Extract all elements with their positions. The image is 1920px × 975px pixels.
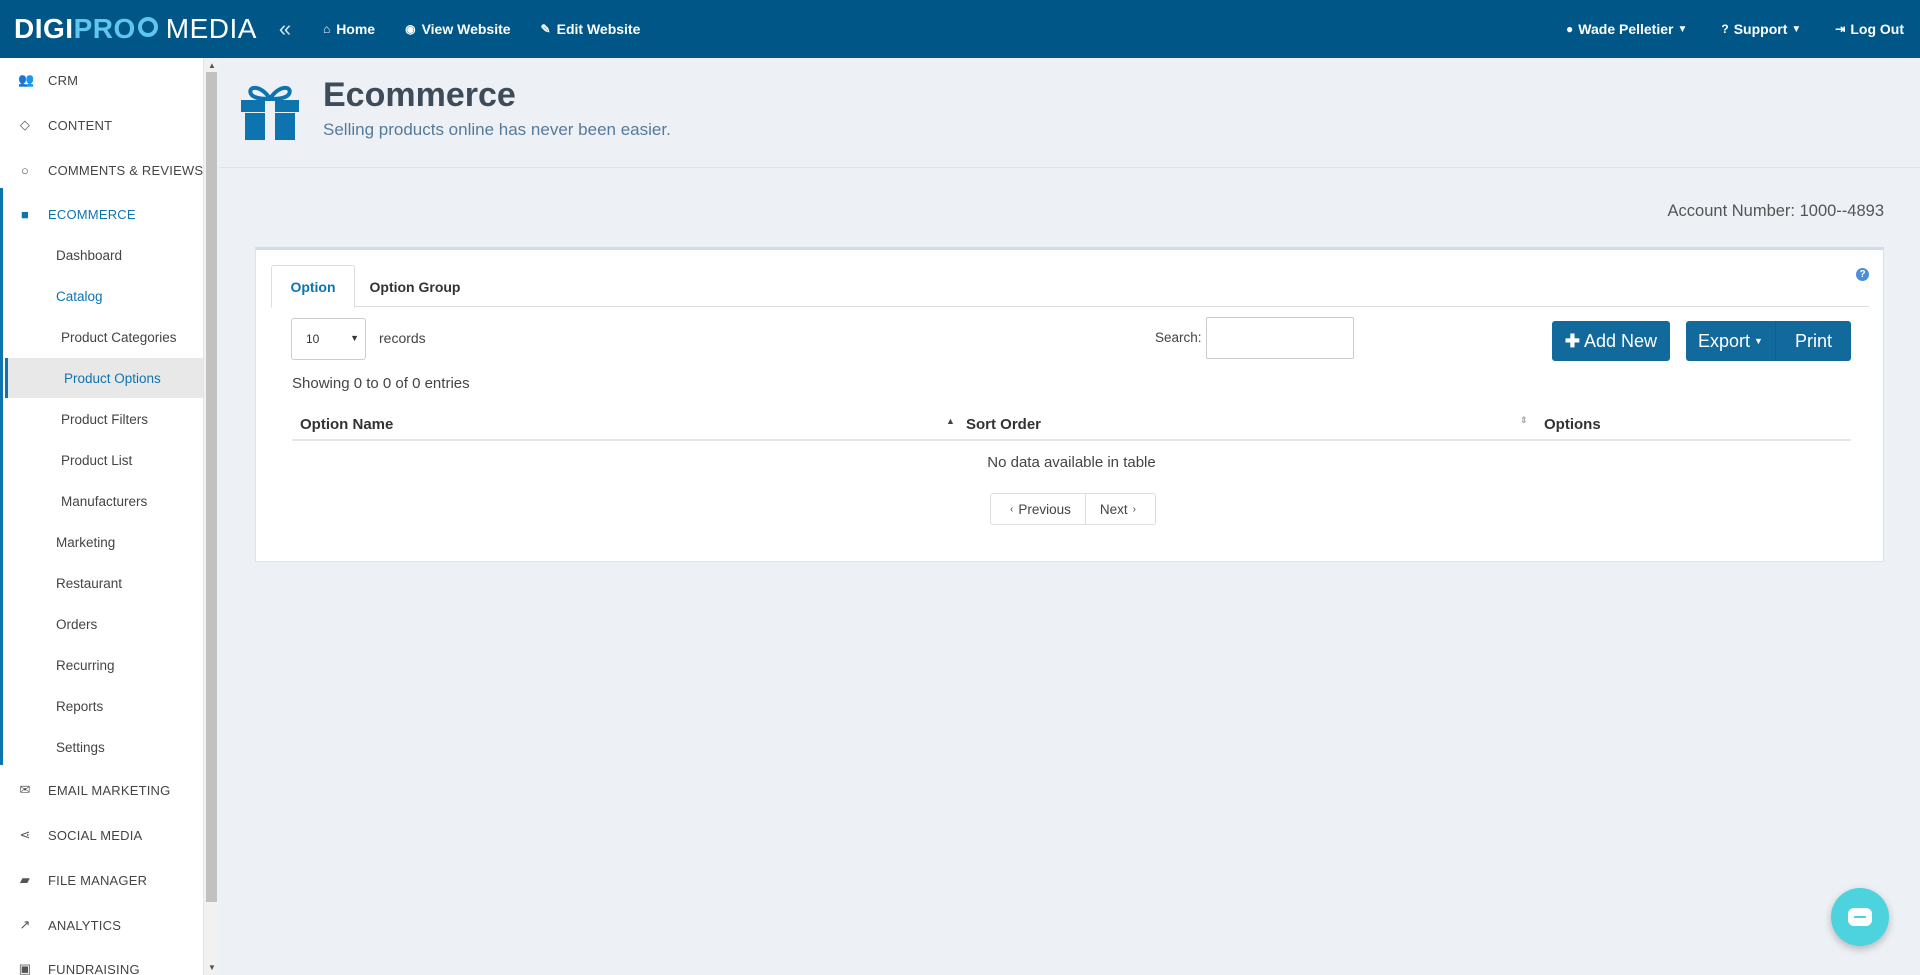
logout-link[interactable]: ⇥ Log Out xyxy=(1835,21,1904,37)
sidebar-item-email-marketing[interactable]: ✉ EMAIL MARKETING xyxy=(0,768,203,812)
scrollbar-thumb[interactable] xyxy=(206,72,217,902)
money-icon: ▣ xyxy=(18,961,32,975)
sidebar-item-settings[interactable]: Settings xyxy=(56,732,105,762)
support-menu[interactable]: ? Support ▼ xyxy=(1721,21,1801,37)
empty-table-message: No data available in table xyxy=(987,453,1156,471)
table-header: Option Name ▲ Sort Order ⇕ Options xyxy=(292,408,1851,441)
column-sort-order[interactable]: Sort Order ⇕ xyxy=(966,408,1536,440)
sidebar-item-catalog[interactable]: Catalog xyxy=(56,281,103,311)
scroll-down-icon[interactable]: ▼ xyxy=(208,963,216,972)
scroll-up-icon[interactable]: ▲ xyxy=(208,61,216,70)
previous-page-button[interactable]: ‹ Previous xyxy=(991,494,1085,524)
sort-asc-icon: ▲ xyxy=(946,416,955,426)
folder-open-icon: ▰ xyxy=(19,872,31,887)
sidebar-item-recurring[interactable]: Recurring xyxy=(56,650,115,680)
sidebar-item-file-manager[interactable]: ▰ FILE MANAGER xyxy=(0,858,203,902)
plus-icon: ✚ xyxy=(1564,330,1581,351)
chevron-left-icon: ‹ xyxy=(1010,503,1014,515)
chat-icon xyxy=(1848,908,1872,926)
edit-website-link[interactable]: ✎ Edit Website xyxy=(541,21,641,37)
gear-icon xyxy=(137,17,158,37)
table-info: Showing 0 to 0 of 0 entries xyxy=(292,375,470,392)
sort-both-icon: ⇕ xyxy=(1520,415,1528,425)
page-title: Ecommerce xyxy=(323,76,516,114)
tab-option-group[interactable]: Option Group xyxy=(355,265,475,308)
chat-widget-button[interactable] xyxy=(1831,888,1889,946)
sidebar-item-orders[interactable]: Orders xyxy=(56,609,97,639)
sidebar-item-product-list[interactable]: Product List xyxy=(61,445,132,475)
sidebar-item-ecommerce[interactable]: ■ ECOMMERCE xyxy=(0,192,203,236)
sidebar-scrollbar[interactable]: ▲ ▼ xyxy=(204,58,219,975)
gift-icon: ■ xyxy=(20,206,30,222)
eye-icon: ◉ xyxy=(405,22,416,36)
sidebar-item-product-categories[interactable]: Product Categories xyxy=(61,322,177,352)
view-website-link[interactable]: ◉ View Website xyxy=(405,21,510,37)
sidebar-item-product-filters[interactable]: Product Filters xyxy=(61,404,148,434)
column-option-name[interactable]: Option Name ▲ xyxy=(300,408,955,440)
tab-bar: Option Option Group xyxy=(271,265,1869,308)
sidebar-item-crm[interactable]: 👥 CRM xyxy=(0,58,203,102)
top-nav: ⌂ Home ◉ View Website ✎ Edit Website xyxy=(323,21,670,37)
page-length-select[interactable]: 10 ▼ xyxy=(291,318,366,360)
column-options: Options xyxy=(1544,415,1601,433)
sidebar-item-reports[interactable]: Reports xyxy=(56,691,103,721)
add-new-button[interactable]: ✚ Add New xyxy=(1552,321,1670,361)
sidebar: 👥 CRM ◇ CONTENT ○ COMMENTS & REVIEWS ■ ECOMM… xyxy=(0,58,204,975)
sidebar-item-content[interactable]: ◇ CONTENT xyxy=(0,103,203,147)
page-subtitle: Selling products online has never been e… xyxy=(323,120,671,139)
diamond-icon: ◇ xyxy=(19,117,31,132)
sidebar-item-restaurant[interactable]: Restaurant xyxy=(56,568,122,598)
share-icon: ⋖ xyxy=(19,827,31,842)
sidebar-item-social-media[interactable]: ⋖ SOCIAL MEDIA xyxy=(0,813,203,857)
chevron-down-icon: ▼ xyxy=(1791,23,1802,35)
search-label: Search: xyxy=(1155,330,1202,345)
envelope-icon: ✉ xyxy=(19,782,31,797)
ecommerce-active-indicator xyxy=(0,188,3,765)
sidebar-item-product-options[interactable]: Product Options xyxy=(64,363,161,393)
search-input[interactable] xyxy=(1206,317,1354,359)
comment-icon: ○ xyxy=(20,162,30,178)
gift-icon xyxy=(241,85,299,140)
chevron-down-icon: ▼ xyxy=(1677,23,1688,35)
edit-icon: ✎ xyxy=(540,22,551,36)
home-link[interactable]: ⌂ Home xyxy=(323,21,375,37)
user-menu[interactable]: ● Wade Pelletier ▼ xyxy=(1566,21,1687,37)
print-button[interactable]: Print xyxy=(1776,321,1851,361)
user-nav: ● Wade Pelletier ▼ ? Support ▼ ⇥ Log Out xyxy=(1532,0,1904,58)
top-bar: DIGI PRO MEDIA « ⌂ Home ◉ View Website ✎ Edit… xyxy=(0,0,1920,58)
users-icon: 👥 xyxy=(18,72,35,87)
pagination: ‹ Previous Next › xyxy=(990,493,1156,525)
home-icon: ⌂ xyxy=(322,22,331,36)
sidebar-item-manufacturers[interactable]: Manufacturers xyxy=(61,486,147,516)
sidebar-item-marketing[interactable]: Marketing xyxy=(56,527,115,557)
digipro-media-logo[interactable]: DIGI PRO MEDIA xyxy=(14,0,257,58)
double-chevron-left-icon[interactable]: « xyxy=(273,16,297,42)
sidebar-item-fundraising[interactable]: ▣ FUNDRAISING xyxy=(0,947,203,975)
chevron-right-icon: › xyxy=(1132,503,1136,515)
caret-down-icon: ▼ xyxy=(1754,336,1763,346)
sidebar-item-dashboard[interactable]: Dashboard xyxy=(56,240,122,270)
sign-out-icon: ⇥ xyxy=(1835,22,1846,36)
options-panel: ? Option Option Group 10 ▼ records Searc… xyxy=(255,247,1884,562)
sidebar-item-analytics[interactable]: ↗ ANALYTICS xyxy=(0,903,203,947)
dropdown-caret-icon: ▼ xyxy=(350,333,359,343)
sidebar-item-comments-reviews[interactable]: ○ COMMENTS & REVIEWS xyxy=(0,148,203,192)
user-circle-icon: ● xyxy=(1566,22,1574,36)
export-button[interactable]: Export ▼ xyxy=(1686,321,1776,361)
page-header: Ecommerce Selling products online has ne… xyxy=(219,58,1920,168)
tab-option[interactable]: Option xyxy=(271,265,355,308)
line-chart-icon: ↗ xyxy=(19,917,31,932)
account-number: Account Number: 1000--4893 xyxy=(1667,202,1884,220)
question-circle-icon: ? xyxy=(1721,22,1729,36)
next-page-button[interactable]: Next › xyxy=(1084,494,1155,524)
records-label: records xyxy=(379,330,426,346)
